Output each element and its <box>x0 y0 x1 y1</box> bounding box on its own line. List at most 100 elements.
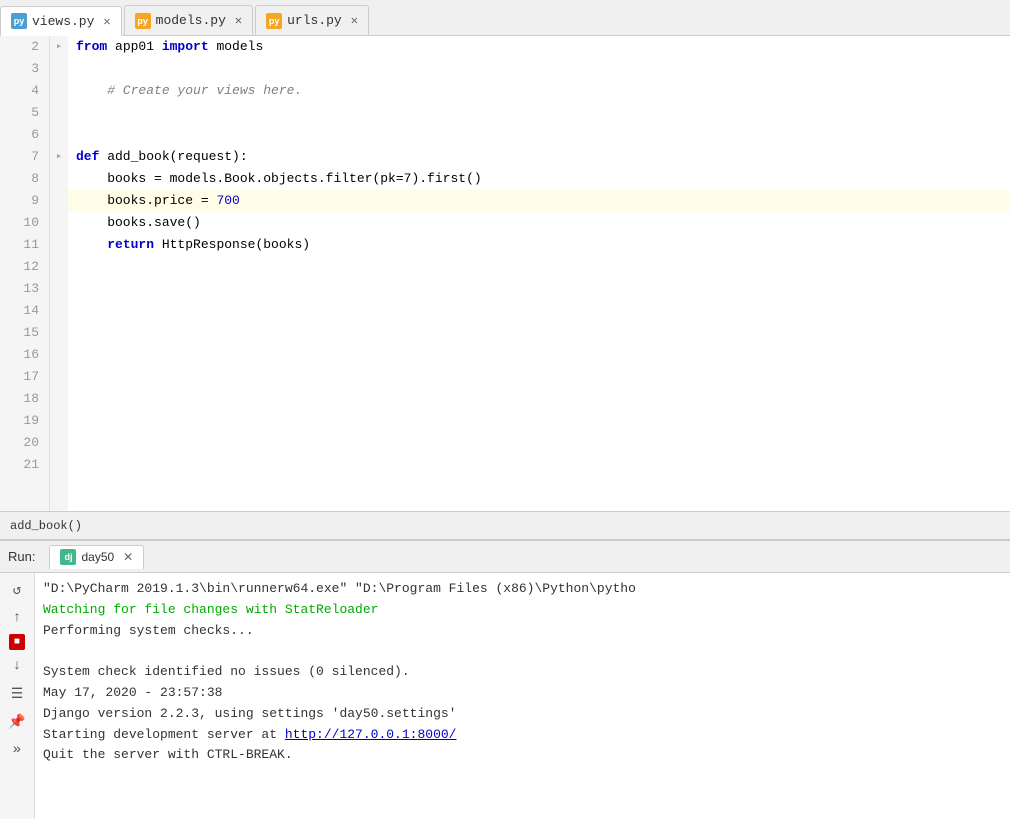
tab-views-close[interactable]: ✕ <box>103 14 110 29</box>
fold-marker <box>50 322 68 344</box>
line-number: 7 <box>0 146 49 168</box>
run-output-line: Django version 2.2.3, using settings 'da… <box>43 704 1002 725</box>
code-line[interactable] <box>68 256 1010 278</box>
line-number: 4 <box>0 80 49 102</box>
comment: # Create your views here. <box>76 83 302 98</box>
keyword: import <box>162 39 209 54</box>
code-line[interactable] <box>68 454 1010 476</box>
line-number: 9 <box>0 190 49 212</box>
tab-bar: py views.py ✕ py models.py ✕ py urls.py … <box>0 0 1010 36</box>
code-line[interactable] <box>68 322 1010 344</box>
run-label: Run: <box>8 549 35 564</box>
current-function-label: add_book() <box>10 519 82 533</box>
fold-marker[interactable]: ▸ <box>50 36 68 58</box>
line-number: 19 <box>0 410 49 432</box>
keyword: from <box>76 39 107 54</box>
fold-gutter: ▸▸ <box>50 36 68 511</box>
fold-marker <box>50 432 68 454</box>
code-line[interactable] <box>68 410 1010 432</box>
code-line[interactable]: books.save() <box>68 212 1010 234</box>
code-line[interactable]: books = models.Book.objects.filter(pk=7)… <box>68 168 1010 190</box>
fold-marker <box>50 58 68 80</box>
code-line[interactable]: books.price = 700 <box>68 190 1010 212</box>
run-tab-label: day50 <box>81 550 114 564</box>
code-line[interactable]: from app01 import models <box>68 36 1010 58</box>
fold-marker <box>50 102 68 124</box>
tab-models[interactable]: py models.py ✕ <box>124 5 253 35</box>
line-number: 20 <box>0 432 49 454</box>
tab-models-close[interactable]: ✕ <box>235 13 242 28</box>
run-output-line: "D:\PyCharm 2019.1.3\bin\runnerw64.exe" … <box>43 579 1002 600</box>
line-number: 21 <box>0 454 49 476</box>
run-tab-day50[interactable]: dj day50 ✕ <box>49 545 144 569</box>
fold-marker <box>50 168 68 190</box>
fold-marker <box>50 190 68 212</box>
fold-marker <box>50 80 68 102</box>
tab-views-label: views.py <box>32 14 94 29</box>
run-output-line: Quit the server with CTRL-BREAK. <box>43 745 1002 766</box>
run-panel: Run: dj day50 ✕ ↺ ↑ ■ ↓ ☰ 📌 » "D:\PyChar… <box>0 539 1010 819</box>
code-line[interactable] <box>68 366 1010 388</box>
scroll-down-button[interactable]: ↓ <box>5 654 29 678</box>
line-number: 10 <box>0 212 49 234</box>
line-number: 6 <box>0 124 49 146</box>
run-output-line: Starting development server at http://12… <box>43 725 1002 746</box>
line-number: 16 <box>0 344 49 366</box>
run-content: ↺ ↑ ■ ↓ ☰ 📌 » "D:\PyCharm 2019.1.3\bin\r… <box>0 573 1010 819</box>
stop-button[interactable]: ■ <box>9 634 25 650</box>
code-line[interactable]: # Create your views here. <box>68 80 1010 102</box>
rerun-button[interactable]: ↺ <box>5 578 29 602</box>
run-tab-close[interactable]: ✕ <box>123 550 133 564</box>
code-line[interactable]: return HttpResponse(books) <box>68 234 1010 256</box>
line-number: 3 <box>0 58 49 80</box>
run-output-line: System check identified no issues (0 sil… <box>43 662 1002 683</box>
code-editor[interactable]: from app01 import models # Create your v… <box>68 36 1010 511</box>
fold-marker <box>50 124 68 146</box>
code-line[interactable] <box>68 58 1010 80</box>
line-number: 8 <box>0 168 49 190</box>
number: 700 <box>216 193 239 208</box>
tab-urls-close[interactable]: ✕ <box>351 13 358 28</box>
urls-py-icon: py <box>266 13 282 29</box>
pin-button[interactable]: 📌 <box>5 710 29 734</box>
editor-area: 23456789101112131415161718192021 ▸▸ from… <box>0 36 1010 539</box>
run-output-line: Performing system checks... <box>43 621 1002 642</box>
tab-urls[interactable]: py urls.py ✕ <box>255 5 369 35</box>
tab-urls-label: urls.py <box>287 13 342 28</box>
code-line[interactable] <box>68 432 1010 454</box>
line-number: 18 <box>0 388 49 410</box>
settings-button[interactable]: ☰ <box>5 682 29 706</box>
tab-views[interactable]: py views.py ✕ <box>0 6 122 36</box>
line-number: 17 <box>0 366 49 388</box>
expand-button[interactable]: » <box>5 738 29 762</box>
fold-marker <box>50 278 68 300</box>
run-header: Run: dj day50 ✕ <box>0 541 1010 573</box>
code-line[interactable] <box>68 344 1010 366</box>
fold-marker <box>50 344 68 366</box>
editor-status-bar: add_book() <box>0 511 1010 539</box>
fold-marker <box>50 388 68 410</box>
scroll-up-button[interactable]: ↑ <box>5 606 29 630</box>
fold-marker <box>50 454 68 476</box>
run-output-line: May 17, 2020 - 23:57:38 <box>43 683 1002 704</box>
run-output: "D:\PyCharm 2019.1.3\bin\runnerw64.exe" … <box>35 573 1010 819</box>
django-icon: dj <box>60 549 76 565</box>
fold-marker <box>50 256 68 278</box>
fold-marker[interactable]: ▸ <box>50 146 68 168</box>
line-number: 13 <box>0 278 49 300</box>
fold-marker <box>50 410 68 432</box>
line-numbers: 23456789101112131415161718192021 <box>0 36 50 511</box>
code-line[interactable] <box>68 300 1010 322</box>
code-line[interactable] <box>68 278 1010 300</box>
code-line[interactable] <box>68 102 1010 124</box>
fold-marker <box>50 366 68 388</box>
views-py-icon: py <box>11 13 27 29</box>
server-url-link[interactable]: http://127.0.0.1:8000/ <box>285 727 457 742</box>
code-line[interactable] <box>68 388 1010 410</box>
line-number: 12 <box>0 256 49 278</box>
code-line[interactable] <box>68 124 1010 146</box>
models-py-icon: py <box>135 13 151 29</box>
code-line[interactable]: def add_book(request): <box>68 146 1010 168</box>
run-output-line <box>43 641 1002 662</box>
tab-models-label: models.py <box>156 13 226 28</box>
